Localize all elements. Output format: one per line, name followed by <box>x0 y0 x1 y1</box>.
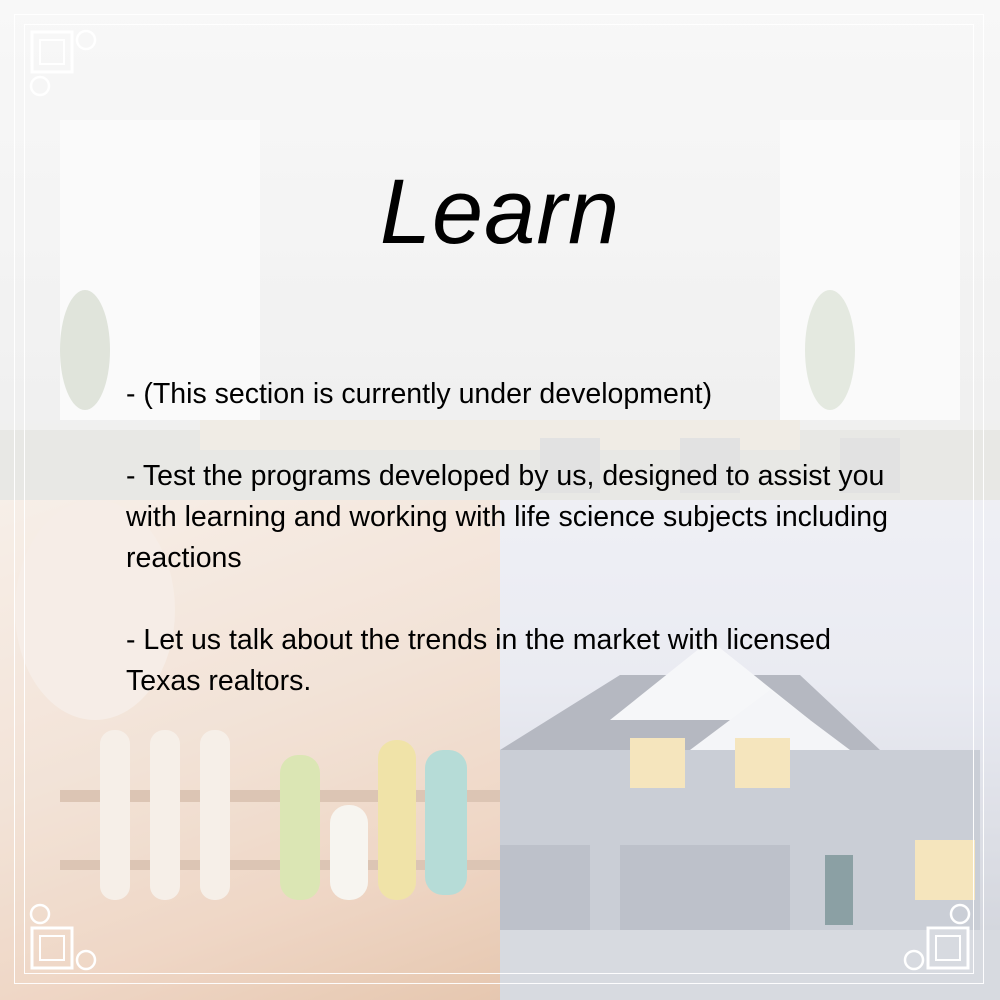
paragraph-programs: - Test the programs developed by us, des… <box>126 460 888 574</box>
corner-ornament-bottom-right <box>903 903 971 971</box>
paragraph-development-notice: - (This section is currently under devel… <box>126 378 713 410</box>
poster: Learn - (This section is currently under… <box>0 0 1000 1000</box>
page-title: Learn <box>379 161 621 263</box>
paragraph-realtors: - Let us talk about the trends in the ma… <box>126 624 831 697</box>
content-body: - (This section is currently under devel… <box>126 374 906 743</box>
corner-ornament-bottom-left <box>29 903 97 971</box>
corner-ornament-top-left <box>29 29 97 97</box>
